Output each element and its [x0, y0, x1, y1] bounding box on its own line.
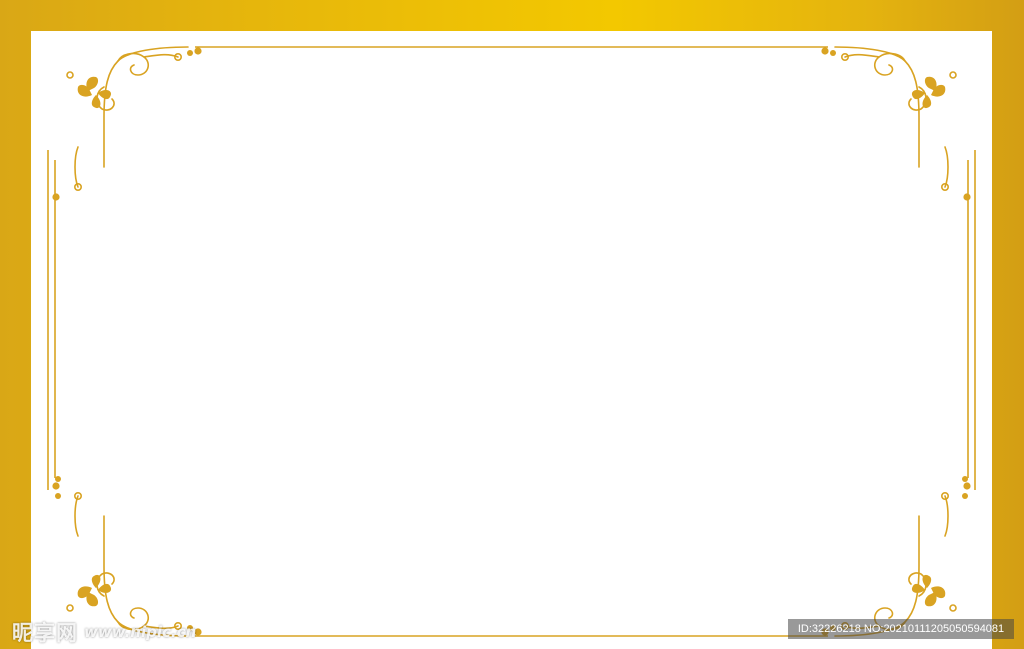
- ornamental-frame: [47, 46, 976, 637]
- watermark-nipic-logo: 昵享网 www.nipic.cn: [12, 618, 196, 646]
- watermark-site-text: www.nipic.cn: [84, 623, 197, 641]
- corner-ornament-bottom-right-icon: [820, 481, 972, 637]
- corner-ornament-top-left-icon: [51, 46, 203, 202]
- corner-ornament-bottom-left-icon: [51, 481, 203, 637]
- watermark-image-id: ID:32226218 NO:20210111205050594081: [788, 619, 1014, 639]
- corner-ornament-top-right-icon: [820, 46, 972, 202]
- watermark-logo-text: 昵享网: [12, 621, 78, 645]
